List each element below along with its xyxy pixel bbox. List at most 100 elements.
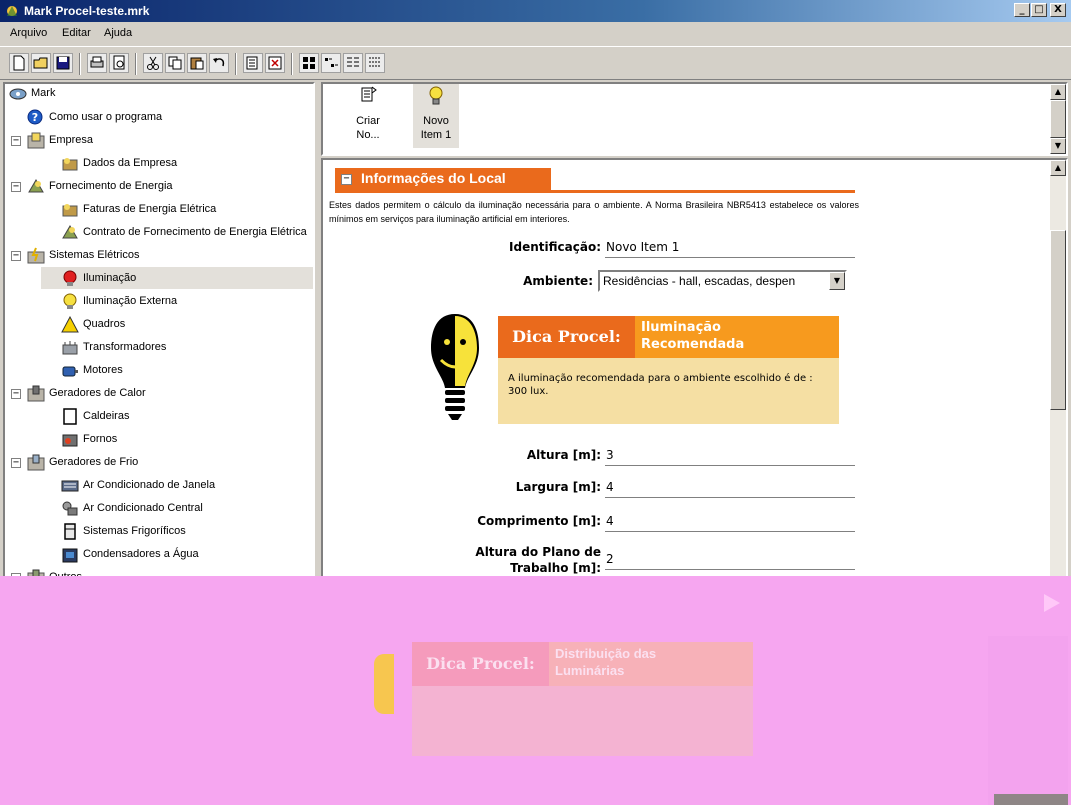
navigation-tree: Mark ? Como usar o programa − Empresa Da… [3, 82, 315, 597]
power-supply-icon [28, 179, 44, 193]
new-icon[interactable] [9, 53, 29, 73]
faded-tip-subject-line1: Distribuição das [555, 646, 657, 661]
expander-geradores-frio[interactable]: − [11, 458, 21, 468]
tip-box: Dica Procel: Iluminação Recomendada A ilu… [498, 316, 839, 424]
red-lightbulb-icon [63, 270, 77, 286]
menu-arquivo[interactable]: Arquivo [10, 27, 47, 39]
new-item-icon [361, 86, 377, 102]
title-bar: Mark Procel-teste.mrk _ □ X [0, 0, 1071, 22]
scroll-down-button[interactable]: ▼ [1050, 138, 1066, 154]
item-label-line1: Criar [356, 115, 380, 127]
menu-bar: Arquivo Editar Ajuda [0, 24, 1071, 44]
help-icon: ? [27, 109, 43, 125]
section-description: Estes dados permitem o cálculo da ilumin… [329, 200, 859, 224]
central-ac-icon [62, 501, 78, 516]
tip-heading: Dica Procel: [498, 316, 635, 358]
mark-logo-icon [9, 88, 27, 100]
print-icon[interactable] [87, 53, 107, 73]
comprimento-label: Comprimento [m]: [477, 514, 601, 528]
menu-editar[interactable]: Editar [62, 27, 91, 39]
delete-item-icon[interactable] [265, 53, 285, 73]
tip-body: A iluminação recomendada para o ambiente… [498, 358, 839, 424]
boiler-icon [63, 408, 77, 425]
section-header: − Informações do Local [335, 168, 551, 190]
faded-tip-body [412, 686, 753, 756]
svg-text:?: ? [32, 111, 38, 124]
identificacao-label: Identificação: [509, 240, 601, 254]
add-item-icon[interactable] [243, 53, 263, 73]
maximize-button[interactable]: □ [1031, 3, 1047, 17]
tip-subject-line2: Recomendada [641, 337, 745, 352]
details-scrollbar[interactable]: ▲ [1050, 160, 1066, 595]
item-novo-item-1[interactable]: Novo Item 1 [413, 84, 459, 148]
expander-empresa[interactable]: − [11, 136, 21, 146]
section-collapse-button[interactable]: − [341, 174, 352, 185]
cold-generators-icon [27, 454, 45, 471]
warning-panel-icon [61, 316, 79, 333]
tip-subject: Iluminação Recomendada [635, 316, 839, 358]
item-label-line2: Item 1 [420, 129, 452, 141]
artifact-corner [994, 794, 1068, 805]
application-window: Mark Procel-teste.mrk _ □ X Arquivo Edit… [0, 0, 1071, 805]
altura-label: Altura [m]: [526, 448, 601, 462]
close-button[interactable]: X [1050, 3, 1066, 17]
ambiente-selected-value: Residências - hall, escadas, despen [603, 274, 796, 288]
large-icons-view-icon[interactable] [299, 53, 319, 73]
list-view-icon[interactable] [343, 53, 363, 73]
comprimento-field[interactable]: 4 [605, 514, 855, 532]
create-new-item[interactable]: Criar No... [345, 84, 391, 148]
scroll-up-button[interactable]: ▲ [1050, 84, 1066, 100]
toolbar-separator [79, 53, 81, 75]
altura-plano-field[interactable]: 2 [605, 552, 855, 570]
altura-plano-label-line1: Altura do Plano de [475, 545, 601, 559]
ambiente-select[interactable]: Residências - hall, escadas, despen ▼ [598, 270, 847, 292]
identificacao-field[interactable]: Novo Item 1 [605, 240, 855, 258]
comprimento-row: Comprimento [m]: 4 [323, 514, 863, 536]
expander-geradores-calor[interactable]: − [11, 389, 21, 399]
faded-tip-heading: Dica Procel: [412, 642, 549, 686]
scroll-up-button[interactable]: ▲ [1050, 160, 1066, 176]
faded-tip-subject-line2: Luminárias [555, 663, 625, 678]
details-view-icon[interactable] [365, 53, 385, 73]
toolbar-separator [135, 53, 137, 75]
heat-generators-icon [27, 385, 45, 402]
cut-icon[interactable] [143, 53, 163, 73]
copy-icon[interactable] [165, 53, 185, 73]
minimize-button[interactable]: _ [1014, 3, 1030, 17]
paste-icon[interactable] [187, 53, 207, 73]
window-ac-icon [61, 480, 79, 492]
tree-item-iluminacao[interactable]: Iluminação [41, 267, 313, 289]
water-condenser-icon [62, 548, 78, 563]
altura-field[interactable]: 3 [605, 448, 855, 466]
item-label-line2: No... [356, 129, 380, 141]
menu-ajuda[interactable]: Ajuda [104, 27, 132, 39]
scroll-thumb[interactable] [1050, 230, 1066, 410]
refrigerator-icon [64, 523, 76, 540]
scroll-thumb[interactable] [1050, 100, 1066, 138]
toolbar-separator [235, 53, 237, 75]
tip-subject-line1: Iluminação [641, 320, 721, 335]
faded-arrow-icon [1044, 594, 1060, 612]
window-title: Mark Procel-teste.mrk [24, 4, 150, 18]
ambiente-label: Ambiente: [523, 274, 593, 288]
expander-sistemas[interactable]: − [11, 251, 21, 261]
small-icons-view-icon[interactable] [321, 53, 341, 73]
altura-plano-label: Altura do Plano de Trabalho [m]: [475, 544, 601, 576]
expander-fornecimento[interactable]: − [11, 182, 21, 192]
transformer-icon [62, 341, 78, 355]
items-scrollbar[interactable]: ▲ ▼ [1050, 84, 1066, 154]
print-preview-icon[interactable] [109, 53, 129, 73]
largura-label: Largura [m]: [515, 480, 601, 494]
section-divider [335, 190, 855, 193]
app-logo-icon [7, 6, 17, 16]
open-icon[interactable] [31, 53, 51, 73]
company-folder-icon [27, 132, 45, 149]
items-pane: Criar No... Novo Item 1 ▲ ▼ [321, 82, 1068, 156]
undo-icon[interactable] [209, 53, 229, 73]
largura-field[interactable]: 4 [605, 480, 855, 498]
chevron-down-icon[interactable]: ▼ [829, 272, 845, 290]
identificacao-row: Identificação: Novo Item 1 [323, 240, 863, 262]
save-icon[interactable] [53, 53, 73, 73]
item-label-line1: Novo [423, 115, 449, 127]
electrical-systems-icon [27, 247, 45, 264]
